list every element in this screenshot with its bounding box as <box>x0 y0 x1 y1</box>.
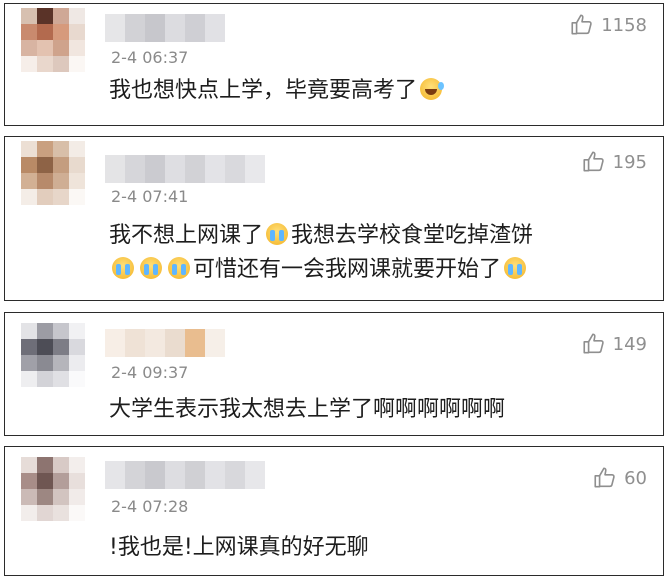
comment-timestamp: 2-4 06:37 <box>111 48 189 67</box>
comment-text-run: 我也想快点上学，毕竟要高考了 <box>109 78 418 103</box>
comment-line: !我也是!上网课真的好无聊 <box>109 531 649 565</box>
crying-face-icon <box>168 257 190 279</box>
comment-text: 我也想快点上学，毕竟要高考了 <box>109 74 649 108</box>
comment-text-run: !我也是!上网课真的好无聊 <box>109 535 369 560</box>
comment-line: 我不想上网课了 我想去学校食堂吃掉渣饼 <box>109 219 649 253</box>
like-button[interactable]: 60 <box>592 465 647 491</box>
crying-face-icon <box>140 257 162 279</box>
avatar-blurred[interactable] <box>21 141 85 205</box>
like-button[interactable]: 1158 <box>569 12 647 38</box>
comment-card: 2-4 07:41 195 我不想上网课了 我想去学校食堂吃掉渣饼可惜还有一会我网… <box>4 136 664 301</box>
avatar-blurred[interactable] <box>21 8 85 72</box>
comment-card: 2-4 06:37 1158 我也想快点上学，毕竟要高考了 <box>4 3 664 126</box>
crying-face-icon <box>504 257 527 279</box>
comment-text-run: 我不想上网课了 <box>109 223 264 248</box>
comment-text: 我不想上网课了 我想去学校食堂吃掉渣饼可惜还有一会我网课就要开始了 <box>109 219 649 287</box>
crying-face-icon <box>266 223 289 245</box>
comment-text-run: 大学生表示我太想去上学了啊啊啊啊啊啊 <box>109 397 506 422</box>
comment-line: 我也想快点上学，毕竟要高考了 <box>109 74 649 108</box>
laughing-tears-face-icon <box>420 78 445 100</box>
username-blurred[interactable] <box>105 155 265 183</box>
comment-timestamp: 2-4 07:28 <box>111 497 189 516</box>
avatar-blurred[interactable] <box>21 457 85 521</box>
comment-text-run: 我想去学校食堂吃掉渣饼 <box>291 223 534 248</box>
like-count: 195 <box>612 151 647 173</box>
username-blurred[interactable] <box>105 14 225 42</box>
like-button[interactable]: 149 <box>581 331 647 357</box>
like-button[interactable]: 195 <box>581 149 647 175</box>
thumbs-up-icon <box>594 467 615 488</box>
comment-text-run: 可惜还有一会我网课就要开始了 <box>193 257 502 282</box>
comment-text: 大学生表示我太想去上学了啊啊啊啊啊啊 <box>109 393 649 427</box>
like-count: 149 <box>612 333 647 355</box>
like-count: 1158 <box>601 14 647 36</box>
comment-line: 可惜还有一会我网课就要开始了 <box>109 253 649 287</box>
comment-card: 2-4 09:37 149 大学生表示我太想去上学了啊啊啊啊啊啊 <box>4 312 664 436</box>
avatar-blurred[interactable] <box>21 323 85 387</box>
comment-timestamp: 2-4 09:37 <box>111 363 189 382</box>
comment-line: 大学生表示我太想去上学了啊啊啊啊啊啊 <box>109 393 649 427</box>
comment-card: 2-4 07:28 60 !我也是!上网课真的好无聊 <box>4 446 664 576</box>
comment-text: !我也是!上网课真的好无聊 <box>109 531 649 565</box>
thumbs-up-icon <box>571 14 592 35</box>
username-blurred[interactable] <box>105 329 225 357</box>
thumbs-up-icon <box>583 333 604 354</box>
crying-face-icon <box>112 257 134 279</box>
comment-timestamp: 2-4 07:41 <box>111 187 189 206</box>
like-count: 60 <box>624 467 647 489</box>
thumbs-up-icon <box>583 151 604 172</box>
username-blurred[interactable] <box>105 461 265 489</box>
